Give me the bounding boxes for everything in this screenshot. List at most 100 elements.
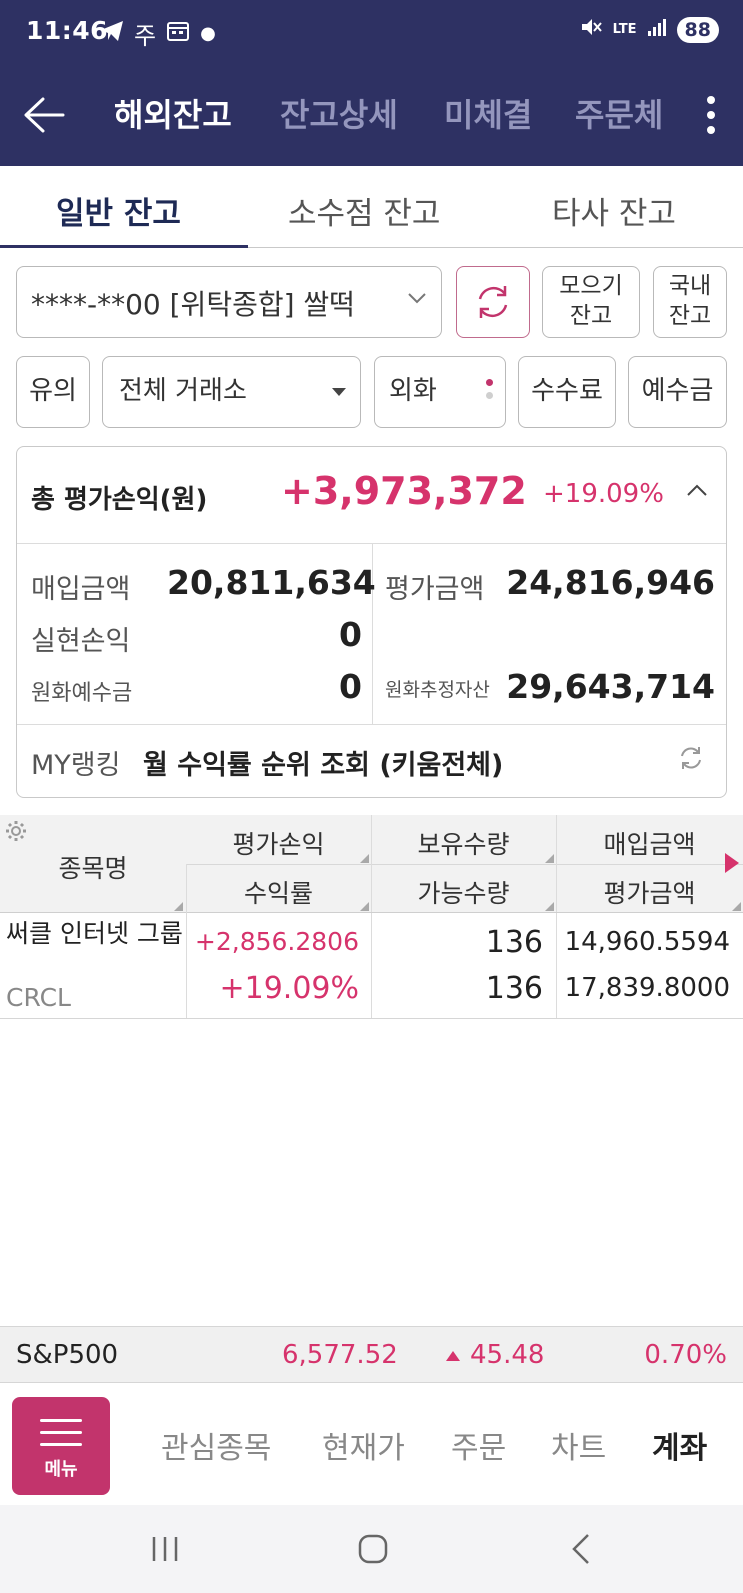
subtab-fractional-balance[interactable]: 소수점 잔고 <box>288 188 440 233</box>
notice-button[interactable]: 유의 <box>16 356 90 428</box>
ranking-refresh-icon[interactable] <box>678 745 704 771</box>
col-divider <box>186 864 187 913</box>
signal-icon <box>647 17 667 42</box>
menu-label: 메뉴 <box>44 1459 78 1480</box>
scroll-right-arrow-icon[interactable] <box>725 853 739 873</box>
collect-balance-label-2: 잔고 <box>569 303 613 329</box>
nav-order[interactable]: 주문 <box>451 1423 506 1467</box>
collapse-chevron-icon[interactable] <box>686 483 708 497</box>
col-return-rate[interactable]: 수익률 <box>186 874 371 910</box>
col-holding-qty[interactable]: 보유수량 <box>371 825 556 861</box>
exchange-select[interactable]: 전체 거래소 <box>102 356 361 428</box>
nav-watchlist[interactable]: 관심종목 <box>161 1423 271 1467</box>
col-divider <box>371 815 372 912</box>
status-notifications: 주 ● <box>100 16 216 51</box>
subtab-other-broker-balance[interactable]: 타사 잔고 <box>552 188 676 233</box>
more-dot-icon <box>707 126 715 135</box>
realized-pl-value: 0 <box>339 615 362 654</box>
krw-deposit-value: 0 <box>339 667 362 706</box>
total-pl-rate: +19.09% <box>543 479 664 509</box>
sort-indicator-icon <box>360 854 369 863</box>
collect-balance-label-1: 모으기 <box>559 273 623 299</box>
domestic-balance-label-1: 국내 <box>668 273 712 299</box>
collect-balance-button[interactable]: 모으기 잔고 <box>542 266 640 338</box>
chevron-down-icon <box>408 293 426 304</box>
eval-pl-value: +2,856.2806 <box>194 927 359 956</box>
more-options-button[interactable] <box>699 86 723 144</box>
index-change-value: 45.48 <box>470 1340 545 1370</box>
realized-pl-label: 실현손익 <box>31 626 131 657</box>
tab-order-fills[interactable]: 주문체 <box>575 90 663 136</box>
index-ticker[interactable]: S&P500 6,577.52 45.48 0.70% <box>0 1326 743 1383</box>
dot-icon: ● <box>200 23 216 44</box>
sort-indicator-icon <box>174 902 183 911</box>
gear-icon[interactable] <box>4 819 28 843</box>
dropdown-arrow-icon <box>332 388 346 396</box>
home-icon[interactable] <box>357 1533 389 1565</box>
status-time: 11:46 <box>26 16 109 45</box>
system-back-icon[interactable] <box>570 1532 592 1566</box>
battery-indicator: 88 <box>676 16 719 43</box>
col-eval-pl[interactable]: 평가손익 <box>186 825 371 861</box>
domestic-balance-button[interactable]: 국내 잔고 <box>653 266 727 338</box>
stock-code: CRCL <box>6 983 71 1012</box>
index-name: S&P500 <box>16 1340 119 1370</box>
eval-amount-cell: 17,839.8000 <box>564 973 730 1003</box>
index-change: 45.48 <box>444 1340 544 1370</box>
return-rate-value: +19.09% <box>219 971 359 1006</box>
total-pl-value: +3,973,372 <box>281 469 527 513</box>
refresh-icon <box>478 286 508 318</box>
currency-label: 외화 <box>389 376 437 406</box>
col-eval-amount[interactable]: 평가금액 <box>556 874 743 910</box>
col-purchase-amount[interactable]: 매입금액 <box>556 825 743 861</box>
stock-name: 써클 인터넷 그룹 <box>6 919 183 948</box>
index-value: 6,577.52 <box>282 1340 398 1370</box>
calendar-icon <box>166 20 190 48</box>
holdings-table-header: 종목명 평가손익 보유수량 매입금액 수익률 가능수량 평가금액 <box>0 815 743 913</box>
currency-toggle[interactable]: 외화 <box>374 356 506 428</box>
tab-unfilled[interactable]: 미체결 <box>444 90 532 136</box>
sort-indicator-icon <box>732 902 741 911</box>
monthly-ranking-link[interactable]: 월 수익률 순위 조회 (키움전체) <box>143 743 503 782</box>
active-tab-indicator <box>0 245 248 248</box>
deposit-button[interactable]: 예수금 <box>628 356 727 428</box>
status-bar: 11:46 주 ● LTE 88 <box>0 0 743 66</box>
sort-indicator-icon <box>545 854 554 863</box>
account-select[interactable]: ****-**00 [위탁종합] 쌀떡 <box>16 266 442 338</box>
available-qty-value: 136 <box>485 971 543 1006</box>
status-right: LTE 88 <box>579 16 719 43</box>
toggle-dots-icon <box>486 379 493 399</box>
exchange-label: 전체 거래소 <box>119 376 247 406</box>
krw-deposit-label: 원화예수금 <box>31 681 133 706</box>
my-ranking-label: MY랭킹 <box>31 750 121 781</box>
nav-chart[interactable]: 차트 <box>551 1423 606 1467</box>
holding-qty-value: 136 <box>485 925 543 960</box>
tab-overseas-balance[interactable]: 해외잔고 <box>114 90 232 136</box>
hamburger-icon <box>40 1419 82 1455</box>
app-header: 해외잔고 잔고상세 미체결 주문체 <box>0 66 743 166</box>
network-label: LTE <box>612 22 637 37</box>
notification-text: 주 <box>134 22 157 50</box>
krw-est-assets-label: 원화추정자산 <box>385 679 490 701</box>
tab-balance-detail[interactable]: 잔고상세 <box>280 90 398 136</box>
menu-button[interactable]: 메뉴 <box>12 1397 110 1495</box>
table-row[interactable]: 써클 인터넷 그룹 CRCL +2,856.2806 +19.09% 136 1… <box>0 913 743 1019</box>
fee-button[interactable]: 수수료 <box>518 356 616 428</box>
total-pl-label: 총 평가손익(원) <box>31 485 208 515</box>
telegram-icon <box>100 20 124 48</box>
mute-icon <box>579 16 603 43</box>
recent-apps-icon[interactable] <box>150 1534 180 1564</box>
back-button[interactable] <box>14 86 72 144</box>
balance-subtabs: 일반 잔고 소수점 잔고 타사 잔고 <box>0 166 743 248</box>
back-arrow-icon <box>24 97 65 133</box>
refresh-button[interactable] <box>456 266 530 338</box>
index-percent: 0.70% <box>644 1340 727 1370</box>
col-stock-name[interactable]: 종목명 <box>0 849 186 885</box>
summary-divider-2 <box>17 724 726 725</box>
bottom-nav: 메뉴 관심종목 현재가 주문 차트 계좌 <box>0 1383 743 1505</box>
nav-account[interactable]: 계좌 <box>652 1423 707 1467</box>
col-available-qty[interactable]: 가능수량 <box>371 874 556 910</box>
nav-current-price[interactable]: 현재가 <box>322 1423 405 1467</box>
subtab-general-balance[interactable]: 일반 잔고 <box>56 188 181 233</box>
summary-card: 총 평가손익(원) +3,973,372 +19.09% 매입금액 20,811… <box>16 446 727 798</box>
